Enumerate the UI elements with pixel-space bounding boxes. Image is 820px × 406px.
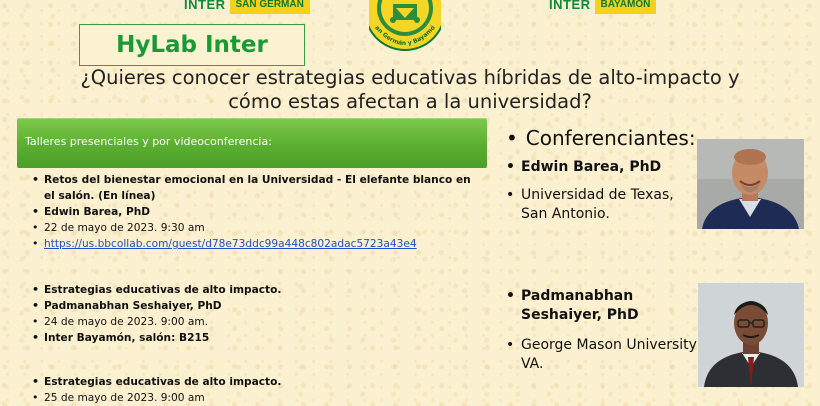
inter-bayamon-logo: INTER BAYAMON: [543, 0, 657, 14]
university-seal-logo: San Germán y Bayamón: [369, 0, 441, 51]
speaker-photo-padmanabhan: [698, 283, 804, 387]
speakers-heading: Conferenciantes:: [506, 124, 696, 152]
talk-list-2: Estrategias educativas de alto impacto. …: [32, 282, 472, 346]
campus-label: BAYAMON: [594, 0, 657, 14]
talk-title: Retos del bienestar emocional en la Univ…: [32, 172, 472, 204]
talk-location: Inter Bayamón, salón: B215: [32, 330, 472, 346]
talk-link[interactable]: https://us.bbcollab.com/guest/d78e73ddc9…: [44, 238, 417, 250]
headline: ¿Quieres conocer estrategias educativas …: [60, 66, 760, 114]
speaker-2: Padmanabhan Seshaiyer, PhD George Mason …: [506, 287, 706, 374]
talk-link-item: https://us.bbcollab.com/guest/d78e73ddc9…: [32, 236, 472, 252]
inter-san-german-logo: INTER SAN GERMAN: [178, 0, 310, 14]
inter-wordmark: INTER: [178, 0, 230, 14]
speaker-affiliation: Universidad de Texas, San Antonio.: [506, 186, 696, 224]
talk-speaker: Padmanabhan Seshaiyer, PhD: [32, 298, 472, 314]
campus-label: SAN GERMAN: [229, 0, 310, 14]
talk-speaker: Edwin Barea, PhD: [32, 204, 472, 220]
speaker-name: Edwin Barea, PhD: [506, 158, 696, 177]
talk-date: 24 de mayo de 2023. 9:00 am.: [32, 314, 472, 330]
headline-line: cómo estas afectan a la universidad?: [228, 90, 592, 113]
page-title: HyLab Inter: [79, 24, 305, 66]
speaker-name: Padmanabhan Seshaiyer, PhD: [506, 287, 706, 325]
headline-line: ¿Quieres conocer estrategias educativas …: [80, 66, 740, 89]
talk-title: Estrategias educativas de alto impacto.: [32, 374, 472, 390]
talk-list-1: Retos del bienestar emocional en la Univ…: [32, 172, 472, 252]
speaker-1: Edwin Barea, PhD Universidad de Texas, S…: [506, 158, 696, 224]
workshops-banner: Talleres presenciales y por videoconfere…: [17, 118, 487, 168]
talk-list-3: Estrategias educativas de alto impacto. …: [32, 374, 472, 406]
talk-title: Estrategias educativas de alto impacto.: [32, 282, 472, 298]
inter-wordmark: INTER: [543, 0, 595, 14]
talk-date: 22 de mayo de 2023. 9:30 am: [32, 220, 472, 236]
banner-text: Talleres presenciales y por videoconfere…: [25, 135, 272, 148]
talk-date: 25 de mayo de 2023. 9:00 am: [32, 390, 472, 406]
speaker-affiliation: George Mason University, VA.: [506, 336, 706, 374]
speaker-photo-edwin: [697, 139, 804, 229]
